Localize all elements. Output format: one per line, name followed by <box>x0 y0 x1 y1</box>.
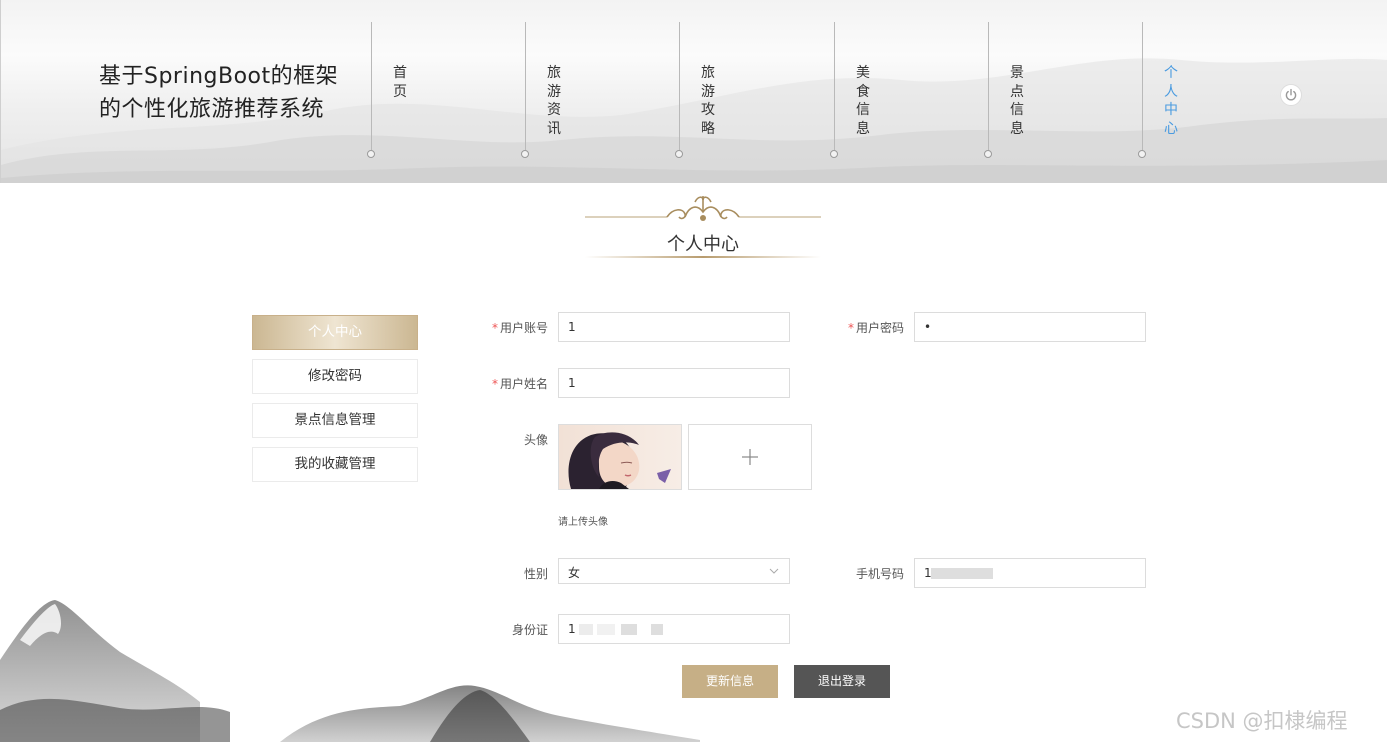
nav-item-scenic-info[interactable]: 景点信息 <box>984 0 1028 160</box>
phone-label: 手机号码 <box>855 567 904 581</box>
name-input[interactable]: 1 <box>558 368 790 398</box>
nav-divider-line <box>525 22 526 150</box>
account-label: * 用户账号 <box>491 321 548 335</box>
nav-dot-icon <box>521 150 529 158</box>
nav-item-home[interactable]: 首页 <box>367 0 411 160</box>
watermark-text: CSDN @扣棣编程 <box>1176 709 1348 733</box>
nav-dot-icon <box>675 150 683 158</box>
side-menu-item-favorites-management[interactable]: 我的收藏管理 <box>252 447 418 482</box>
avatar-illustration <box>559 425 681 489</box>
nav-label-food-info[interactable]: 美食信息 <box>856 64 872 138</box>
nav-item-food-info[interactable]: 美食信息 <box>830 0 874 160</box>
nav-dot-icon <box>367 150 375 158</box>
nav-item-travel-news[interactable]: 旅游资讯 <box>521 0 565 160</box>
side-menu: 个人中心 修改密码 景点信息管理 我的收藏管理 <box>252 315 418 491</box>
nav-label-home[interactable]: 首页 <box>393 64 409 101</box>
side-menu-item-personal-center[interactable]: 个人中心 <box>252 315 418 350</box>
nav-dot-icon <box>984 150 992 158</box>
avatar-image[interactable] <box>558 424 682 490</box>
nav-item-travel-guide[interactable]: 旅游攻略 <box>675 0 719 160</box>
nav-dot-icon <box>830 150 838 158</box>
logout-button[interactable]: 退出登录 <box>794 665 890 698</box>
name-value: 1 <box>568 376 576 390</box>
nav-label-personal-center[interactable]: 个人中心 <box>1164 64 1180 138</box>
avatar-upload-hint: 请上传头像 <box>558 517 608 528</box>
side-menu-item-change-password[interactable]: 修改密码 <box>252 359 418 394</box>
ink-mountains-decoration <box>0 600 700 742</box>
chevron-down-icon <box>769 568 779 574</box>
nav-label-travel-guide[interactable]: 旅游攻略 <box>701 64 717 138</box>
side-menu-item-scenic-management[interactable]: 景点信息管理 <box>252 403 418 438</box>
account-input[interactable]: 1 <box>558 312 790 342</box>
phone-input[interactable]: 1 <box>914 558 1146 588</box>
nav-divider-line <box>371 22 372 150</box>
nav-dot-icon <box>1138 150 1146 158</box>
gender-select[interactable]: 女 <box>558 558 790 584</box>
name-label: * 用户姓名 <box>491 377 548 391</box>
password-value: • <box>924 320 932 334</box>
gender-value: 女 <box>568 566 581 580</box>
avatar-label: 头像 <box>523 433 548 447</box>
nav-divider-line <box>679 22 680 150</box>
nav-divider-line <box>834 22 835 150</box>
password-input[interactable]: • <box>914 312 1146 342</box>
nav-label-scenic-info[interactable]: 景点信息 <box>1010 64 1026 138</box>
ornament-icon <box>585 196 821 221</box>
nav-label-travel-news[interactable]: 旅游资讯 <box>547 64 563 138</box>
nav-divider-line <box>1142 22 1143 150</box>
gender-label: 性别 <box>523 567 548 581</box>
section-title-underline <box>585 256 821 258</box>
site-header: 基于SpringBoot的框架的个性化旅游推荐系统 首页 旅游资讯 旅游攻略 美… <box>0 0 1387 183</box>
nav-item-personal-center[interactable]: 个人中心 <box>1138 0 1182 160</box>
section-title-block: 个人中心 <box>585 190 821 262</box>
plus-icon <box>742 449 758 465</box>
site-title: 基于SpringBoot的框架的个性化旅游推荐系统 <box>99 64 339 122</box>
nav-divider-line <box>988 22 989 150</box>
section-title: 个人中心 <box>667 234 739 255</box>
password-label: * 用户密码 <box>847 321 904 335</box>
account-value: 1 <box>568 320 576 334</box>
logout-power-button[interactable] <box>1280 84 1302 106</box>
avatar-upload-button[interactable] <box>688 424 812 490</box>
power-icon <box>1285 88 1297 101</box>
redacted-mask <box>931 568 993 579</box>
